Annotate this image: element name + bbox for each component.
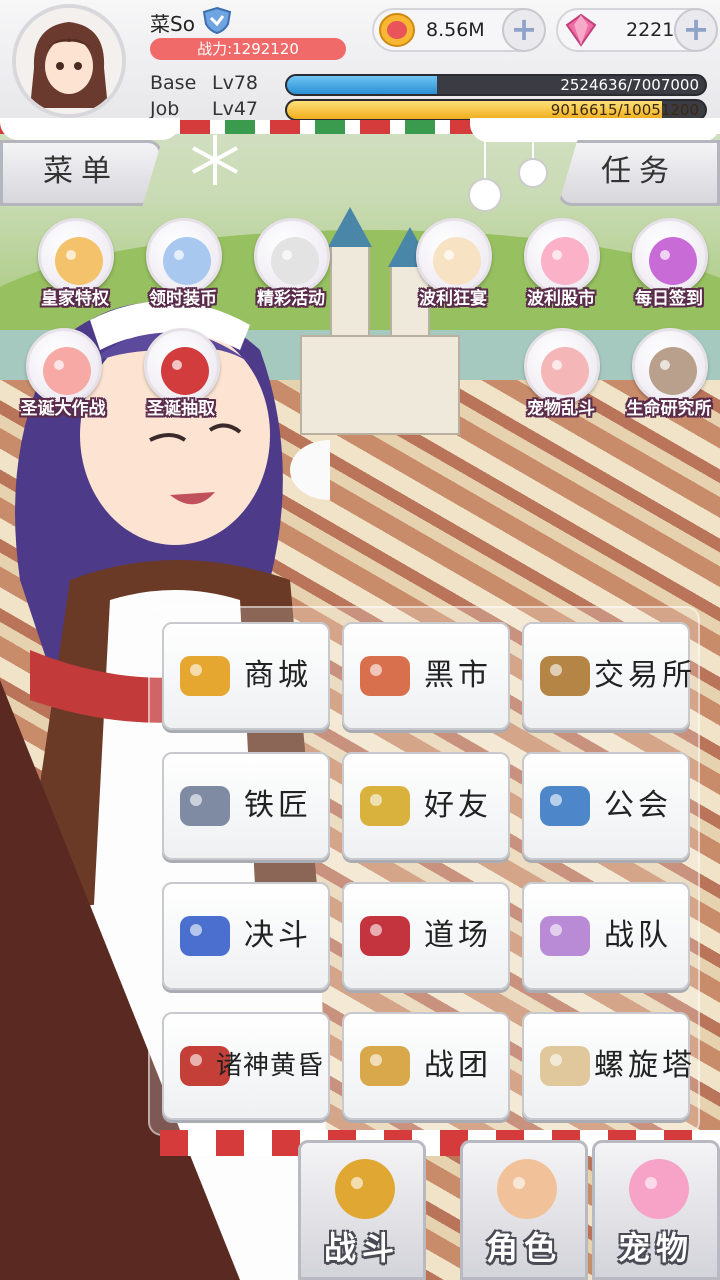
event-label: 宠物乱斗 [527, 399, 595, 419]
grid-button-spiral-tower[interactable]: 螺旋塔 [522, 1012, 696, 1120]
grid-button-money-bag[interactable]: 黑市 [342, 622, 510, 730]
nav-poring-pet[interactable]: 宠物 [592, 1140, 720, 1280]
friends-hands-icon [360, 786, 410, 826]
team-crest-icon [540, 916, 590, 956]
ornament-icon [468, 140, 548, 212]
grid-button-legion-crown[interactable]: 战团 [342, 1012, 510, 1120]
combat-power-badge: 战力:1292120 [150, 38, 346, 60]
nav-label: 角色 [485, 1229, 562, 1267]
event-cow-mascot[interactable]: 精彩活动 [236, 218, 346, 318]
nav-character-face[interactable]: 角色 [460, 1140, 588, 1280]
nav-label: 宠物 [617, 1229, 694, 1267]
grid-button-team-crest[interactable]: 战队 [522, 882, 690, 990]
job-label: Job [150, 98, 180, 120]
gold-amount: 8.56M [426, 19, 485, 41]
grid-button-label: 战团 [424, 1048, 492, 1083]
event-label: 每日签到 [635, 289, 703, 309]
event-life-lab[interactable]: 生命研究所 [614, 328, 720, 428]
nav-label: 战斗 [323, 1229, 400, 1267]
guild-shield-icon [540, 786, 590, 826]
event-label: 圣诞大作战 [20, 399, 106, 419]
event-poring-angry[interactable]: 圣诞大作战 [8, 328, 118, 428]
snowflake-icon [192, 135, 238, 185]
grid-button-anvil-hammer[interactable]: 铁匠 [162, 752, 330, 860]
money-bag-icon [360, 656, 410, 696]
gold-add-button[interactable]: + [502, 8, 546, 52]
event-label: 皇家特权 [41, 289, 109, 309]
menu-tab-button[interactable]: 菜单 [0, 140, 162, 206]
gem-amount: 2221 [626, 19, 675, 41]
gold-coin-icon [379, 13, 415, 47]
nav-battle-crest[interactable]: 战斗 [298, 1140, 426, 1280]
grid-button-label: 公会 [604, 788, 672, 823]
grid-button-friends-hands[interactable]: 好友 [342, 752, 510, 860]
avatar-portrait-icon [16, 8, 122, 114]
base-label: Base [150, 72, 197, 94]
event-invitation-letter[interactable]: 波利狂宴 [398, 218, 508, 318]
treasure-chest-icon [180, 656, 230, 696]
base-level: Lv78 [212, 72, 259, 94]
grid-button-ragnarok-banner[interactable]: 诸神黄昏 [162, 1012, 330, 1120]
grid-button-label: 战队 [604, 918, 672, 953]
event-fashion-coin[interactable]: 领时装币 [128, 218, 238, 318]
event-label: 生命研究所 [626, 399, 712, 419]
player-name: 菜So [150, 12, 195, 36]
legion-crown-icon [360, 1046, 410, 1086]
snow-decoration [470, 118, 720, 142]
gem-counter: 2221 + [556, 8, 718, 52]
player-header: 菜So 战力:1292120 Base Lv78 2524636/7007000… [0, 0, 720, 125]
spiral-tower-icon [540, 1046, 590, 1086]
grid-button-treasure-chest[interactable]: 商城 [162, 622, 330, 730]
event-pet-brawl[interactable]: 宠物乱斗 [506, 328, 616, 428]
grid-button-label: 交易所 [594, 658, 696, 693]
grid-button-label: 好友 [424, 788, 492, 823]
grid-button-devil-trident[interactable]: 道场 [342, 882, 510, 990]
event-royal-shield[interactable]: 皇家特权 [20, 218, 130, 318]
grid-button-coin-sack[interactable]: 交易所 [522, 622, 696, 730]
coin-sack-icon [540, 656, 590, 696]
event-label: 领时装币 [149, 289, 217, 309]
grid-button-label: 诸神黄昏 [216, 1051, 325, 1081]
snow-decoration [0, 118, 180, 140]
event-poring-stock[interactable]: 波利股市 [506, 218, 616, 318]
devil-trident-icon [360, 916, 410, 956]
grid-button-label: 螺旋塔 [594, 1048, 696, 1083]
vip-shield-icon [202, 6, 232, 34]
grid-button-label: 决斗 [244, 918, 312, 953]
poring-pet-icon [629, 1159, 689, 1219]
event-label: 精彩活动 [257, 289, 325, 309]
grid-button-label: 商城 [244, 658, 312, 693]
grid-button-duel-fighters[interactable]: 决斗 [162, 882, 330, 990]
gold-counter: 8.56M + [372, 8, 546, 52]
character-face-icon [497, 1159, 557, 1219]
anvil-hammer-icon [180, 786, 230, 826]
player-avatar[interactable] [12, 4, 126, 118]
grid-button-guild-shield[interactable]: 公会 [522, 752, 690, 860]
event-label: 圣诞抽取 [147, 399, 215, 419]
grid-button-label: 黑市 [424, 658, 492, 693]
base-exp-text: 2524636/7007000 [560, 76, 699, 94]
task-tab-button[interactable]: 任务 [558, 140, 720, 206]
event-christmas-stocking[interactable]: 圣诞抽取 [126, 328, 236, 428]
base-exp-bar: 2524636/7007000 [285, 74, 707, 96]
pink-gem-icon [565, 13, 597, 47]
event-label: 波利狂宴 [419, 289, 487, 309]
duel-fighters-icon [180, 916, 230, 956]
grid-button-label: 道场 [424, 918, 492, 953]
battle-crest-icon [335, 1159, 395, 1219]
job-exp-text: 9016615/10051200 [550, 101, 699, 119]
gem-add-button[interactable]: + [674, 8, 718, 52]
function-grid-panel: 商城 黑市 交易所铁匠 好友 公会决斗 道场 战队诸神黄昏 战团 螺旋塔 [148, 606, 700, 1136]
job-level: Lv47 [212, 98, 259, 120]
event-gift-box[interactable]: 每日签到 [614, 218, 720, 318]
grid-button-label: 铁匠 [244, 788, 312, 823]
event-label: 波利股市 [527, 289, 595, 309]
